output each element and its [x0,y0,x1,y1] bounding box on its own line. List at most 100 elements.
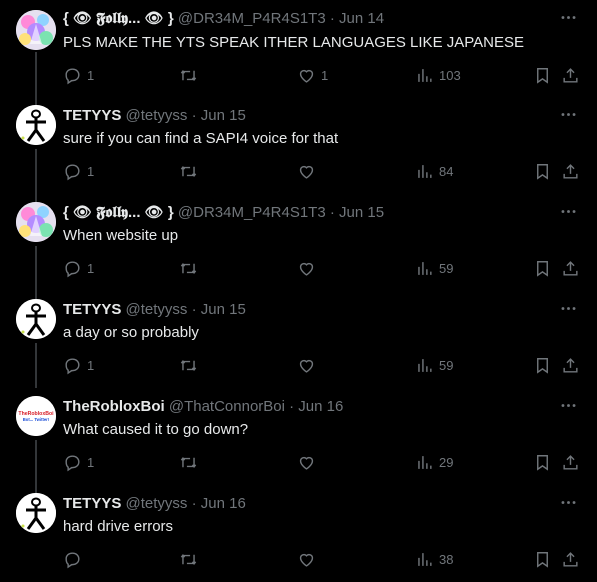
share-button[interactable] [561,450,580,474]
thread-line [35,485,37,493]
handle[interactable]: @ThatConnorBoi [169,398,285,415]
bookmark-button[interactable] [533,450,552,474]
like-button[interactable] [297,256,321,280]
thread-line [35,343,37,388]
avatar[interactable] [16,105,56,145]
handle[interactable]: @tetyyss [126,301,188,318]
views-button[interactable]: 59 [415,353,453,377]
heart-icon [299,456,314,470]
bookmark-button[interactable] [533,256,552,280]
bookmark-button[interactable] [533,63,552,87]
display-name[interactable]: { 👁 𝕱𝖔𝖑𝖑𝖞... 👁 } [63,10,174,27]
thread-line [35,97,37,105]
share-button[interactable] [561,256,580,280]
avatar[interactable]: TheRobloxBoi Bot... Twitter! [16,396,56,436]
retweet-icon [180,553,197,565]
like-button[interactable]: 1 [297,63,328,87]
avatar[interactable] [16,10,56,50]
tweet[interactable]: TheRobloxBoi Bot... Twitter! TheRobloxBo… [0,388,597,485]
reply-button[interactable]: 1 [63,159,94,183]
display-name[interactable]: TheRobloxBoi [63,398,165,415]
retweet-icon [180,165,197,177]
retweet-button[interactable] [179,547,203,571]
tweet[interactable]: { 👁 𝕱𝖔𝖑𝖑𝖞... 👁 } @DR34M_P4R4S1T3 · Jun 1… [0,0,597,97]
bookmark-icon [537,67,548,84]
share-icon [563,67,578,83]
reply-button[interactable]: 1 [63,63,94,87]
more-icon [561,112,575,116]
bookmark-icon [537,551,548,568]
timestamp[interactable]: · Jun 16 [289,398,343,415]
reply-button[interactable]: 1 [63,450,94,474]
display-name[interactable]: { 👁 𝕱𝖔𝖑𝖑𝖞... 👁 } [63,204,174,221]
display-name[interactable]: TETYYS [63,495,121,512]
timestamp[interactable]: · Jun 15 [330,204,384,221]
retweet-button[interactable] [179,159,203,183]
timestamp[interactable]: · Jun 15 [192,107,246,124]
heart-icon [299,262,314,276]
like-button[interactable] [297,353,321,377]
share-button[interactable] [561,353,580,377]
views-button[interactable]: 38 [415,547,453,571]
more-icon [561,306,575,310]
like-button[interactable] [297,547,321,571]
share-button[interactable] [561,547,580,571]
retweet-icon [180,262,197,274]
reply-button[interactable] [63,547,87,571]
share-button[interactable] [561,159,580,183]
views-button[interactable]: 84 [415,159,453,183]
display-name[interactable]: TETYYS [63,301,121,318]
reply-icon [65,551,80,568]
tweet[interactable]: TETYYS @tetyyss · Jun 15 a day or so pro… [0,291,597,388]
views-icon [418,164,432,178]
reply-count: 1 [87,357,95,373]
timestamp[interactable]: · Jun 16 [192,495,246,512]
views-button[interactable]: 59 [415,256,453,280]
retweet-button[interactable] [179,353,203,377]
tweet-text: When website up [63,227,179,244]
more-button[interactable] [557,103,579,125]
share-icon [563,260,578,276]
tweet[interactable]: TETYYS @tetyyss · Jun 16 hard drive erro… [0,485,597,582]
heart-icon [299,359,314,373]
handle[interactable]: @DR34M_P4R4S1T3 [178,10,326,27]
avatar[interactable] [16,202,56,242]
handle[interactable]: @tetyyss [126,495,188,512]
retweet-button[interactable] [179,256,203,280]
handle[interactable]: @DR34M_P4R4S1T3 [178,204,326,221]
bookmark-button[interactable] [533,159,552,183]
tweet[interactable]: TETYYS @tetyyss · Jun 15 sure if you can… [0,97,597,194]
tweet[interactable]: { 👁 𝕱𝖔𝖑𝖑𝖞... 👁 } @DR34M_P4R4S1T3 · Jun 1… [0,194,597,291]
views-button[interactable]: 29 [415,450,453,474]
handle[interactable]: @tetyyss [126,107,188,124]
like-button[interactable] [297,450,321,474]
bookmark-button[interactable] [533,547,552,571]
tweet-header: { 👁 𝕱𝖔𝖑𝖑𝖞... 👁 } @DR34M_P4R4S1T3 · Jun 1… [63,203,384,223]
display-name[interactable]: TETYYS [63,107,121,124]
retweet-icon [180,69,197,81]
reply-count: 1 [87,67,95,83]
retweet-icon [180,359,197,371]
timestamp[interactable]: · Jun 15 [192,301,246,318]
more-button[interactable] [557,394,579,416]
more-button[interactable] [557,297,579,319]
share-button[interactable] [561,63,580,87]
tweet-header: TETYYS @tetyyss · Jun 16 [63,494,246,514]
retweet-button[interactable] [179,63,203,87]
views-button[interactable]: 103 [415,63,461,87]
more-button[interactable] [557,6,579,28]
action-bar: 1 59 [63,256,583,280]
bookmark-button[interactable] [533,353,552,377]
more-button[interactable] [557,491,579,513]
avatar[interactable] [16,493,56,533]
views-icon [418,455,432,469]
bookmark-icon [537,454,548,471]
retweet-button[interactable] [179,450,203,474]
more-button[interactable] [557,200,579,222]
tweet-text: PLS MAKE THE YTS SPEAK ITHER LANGUAGES L… [63,34,524,51]
reply-button[interactable]: 1 [63,256,94,280]
timestamp[interactable]: · Jun 14 [330,10,384,27]
avatar[interactable] [16,299,56,339]
like-button[interactable] [297,159,321,183]
reply-button[interactable]: 1 [63,353,94,377]
